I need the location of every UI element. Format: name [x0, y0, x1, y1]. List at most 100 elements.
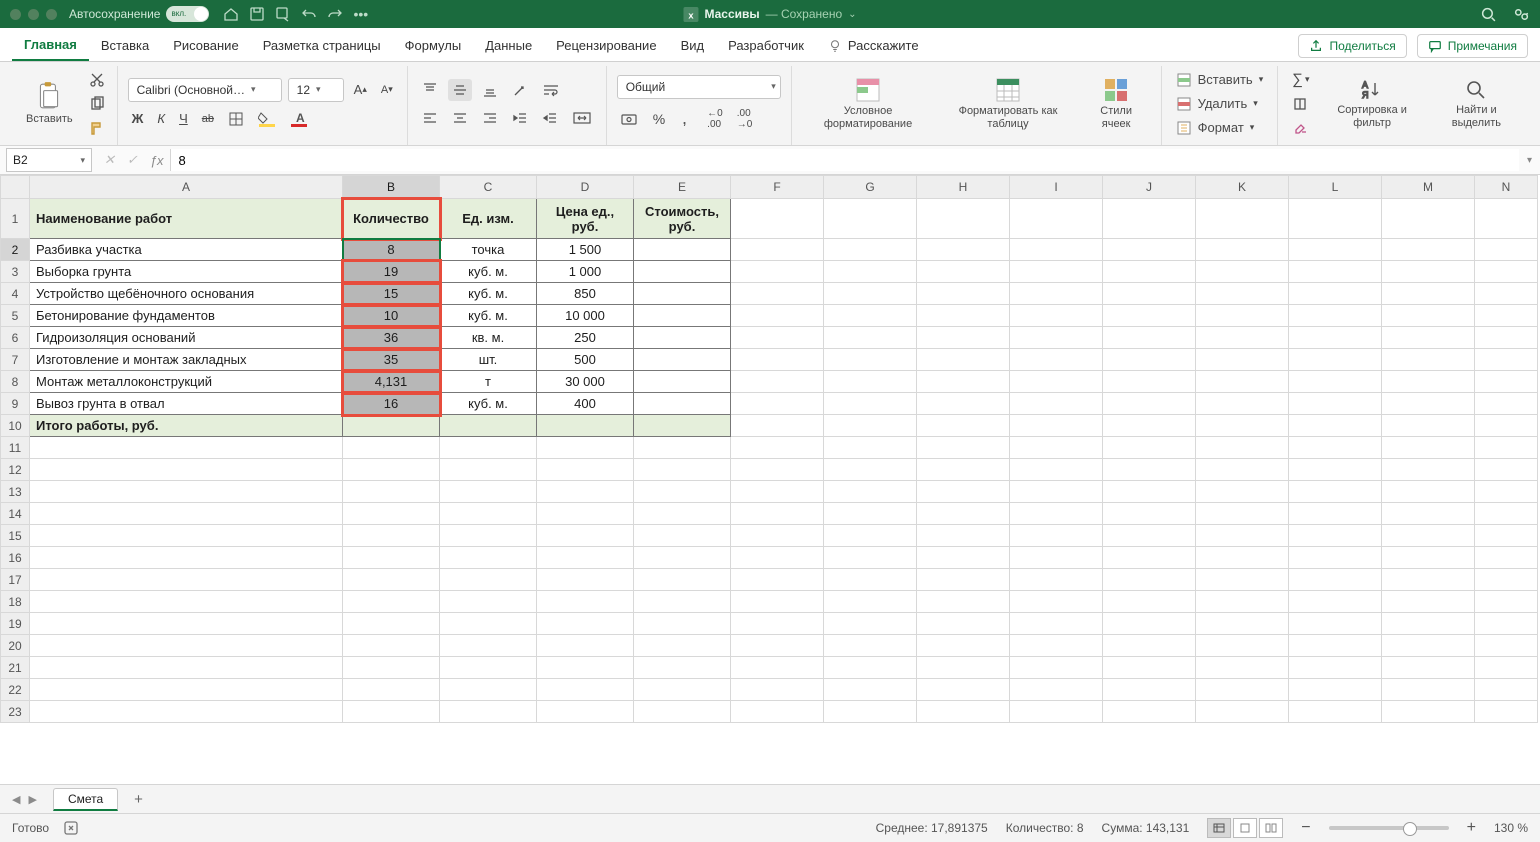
align-top-icon[interactable] — [418, 79, 442, 101]
undo-icon[interactable] — [301, 6, 317, 22]
cell[interactable] — [731, 305, 824, 327]
cell[interactable]: Изготовление и монтаж закладных — [30, 349, 343, 371]
add-sheet-icon[interactable]: + — [128, 789, 149, 810]
cell[interactable] — [30, 569, 343, 591]
font-color-icon[interactable]: A — [286, 108, 312, 130]
cell[interactable] — [731, 503, 824, 525]
spreadsheet-grid[interactable]: ABCDEFGHIJKLMN1Наименование работКоличес… — [0, 175, 1540, 784]
view-page-layout-icon[interactable] — [1233, 818, 1257, 838]
cell[interactable] — [1010, 459, 1103, 481]
cell[interactable] — [917, 305, 1010, 327]
cell[interactable] — [1289, 199, 1382, 239]
cell[interactable] — [537, 657, 634, 679]
col-header[interactable]: N — [1475, 176, 1538, 199]
cell[interactable] — [440, 437, 537, 459]
cell[interactable] — [1382, 701, 1475, 723]
cell[interactable] — [343, 591, 440, 613]
cell[interactable] — [824, 613, 917, 635]
cell[interactable] — [1010, 481, 1103, 503]
decrease-indent-icon[interactable] — [508, 107, 532, 129]
cell[interactable] — [1103, 393, 1196, 415]
cell[interactable] — [1010, 437, 1103, 459]
cell[interactable] — [343, 635, 440, 657]
row-header[interactable]: 12 — [1, 459, 30, 481]
cell[interactable] — [824, 371, 917, 393]
strike-button[interactable]: ab — [198, 110, 218, 128]
cell[interactable] — [440, 657, 537, 679]
cell[interactable] — [1103, 415, 1196, 437]
cell[interactable] — [1382, 591, 1475, 613]
cell[interactable] — [731, 393, 824, 415]
cell[interactable]: 30 000 — [537, 371, 634, 393]
fx-icon[interactable]: ƒx — [144, 153, 170, 168]
cell[interactable] — [731, 613, 824, 635]
format-cells-button[interactable]: Формат▾ — [1172, 117, 1259, 139]
cell[interactable] — [1475, 283, 1538, 305]
cell[interactable] — [537, 437, 634, 459]
cell[interactable] — [30, 701, 343, 723]
cell[interactable] — [634, 305, 731, 327]
cell[interactable] — [731, 437, 824, 459]
align-right-icon[interactable] — [478, 107, 502, 129]
cell[interactable] — [1103, 481, 1196, 503]
cell[interactable] — [1475, 437, 1538, 459]
cell[interactable] — [1196, 261, 1289, 283]
cell[interactable] — [731, 657, 824, 679]
cell[interactable] — [824, 525, 917, 547]
cancel-input-icon[interactable]: ✕ — [98, 152, 121, 168]
increase-font-icon[interactable]: A▴ — [350, 79, 371, 100]
share-button[interactable]: Поделиться — [1298, 34, 1406, 58]
cell[interactable]: Стоимость, руб. — [634, 199, 731, 239]
col-header[interactable]: C — [440, 176, 537, 199]
cell[interactable] — [537, 701, 634, 723]
cell[interactable]: куб. м. — [440, 283, 537, 305]
row-header[interactable]: 21 — [1, 657, 30, 679]
tab-developer[interactable]: Разработчик — [716, 31, 816, 60]
cell[interactable] — [824, 635, 917, 657]
col-header[interactable]: M — [1382, 176, 1475, 199]
fill-color-icon[interactable] — [254, 108, 280, 130]
cell[interactable] — [440, 547, 537, 569]
cell[interactable] — [1103, 657, 1196, 679]
cell[interactable] — [1382, 199, 1475, 239]
cell[interactable] — [917, 679, 1010, 701]
cell[interactable] — [1103, 437, 1196, 459]
row-header[interactable]: 20 — [1, 635, 30, 657]
cell[interactable] — [731, 371, 824, 393]
row-header[interactable]: 13 — [1, 481, 30, 503]
tab-formulas[interactable]: Формулы — [393, 31, 474, 60]
cell[interactable] — [1289, 613, 1382, 635]
zoom-slider[interactable] — [1329, 826, 1449, 830]
home-icon[interactable] — [223, 6, 239, 22]
cell[interactable]: 1 000 — [537, 261, 634, 283]
zoom-percent[interactable]: 130 % — [1494, 821, 1528, 835]
cell[interactable]: Вывоз грунта в отвал — [30, 393, 343, 415]
row-header[interactable]: 8 — [1, 371, 30, 393]
cell[interactable] — [30, 459, 343, 481]
cell[interactable] — [1289, 569, 1382, 591]
row-header[interactable]: 7 — [1, 349, 30, 371]
cell[interactable] — [1196, 613, 1289, 635]
view-page-break-icon[interactable] — [1259, 818, 1283, 838]
cell[interactable] — [537, 481, 634, 503]
cell[interactable] — [824, 349, 917, 371]
share-icon[interactable] — [1513, 6, 1530, 23]
cell[interactable] — [537, 591, 634, 613]
cell[interactable] — [440, 415, 537, 437]
cut-icon[interactable] — [87, 70, 107, 90]
cell[interactable] — [537, 547, 634, 569]
col-header[interactable]: I — [1010, 176, 1103, 199]
cell[interactable] — [440, 569, 537, 591]
cell[interactable] — [1382, 305, 1475, 327]
clear-icon[interactable] — [1288, 117, 1313, 139]
cell[interactable] — [824, 701, 917, 723]
cell[interactable] — [731, 525, 824, 547]
row-header[interactable]: 16 — [1, 547, 30, 569]
cell[interactable] — [30, 481, 343, 503]
cell[interactable] — [824, 569, 917, 591]
cell[interactable] — [343, 569, 440, 591]
cell[interactable] — [1103, 261, 1196, 283]
cell[interactable] — [1103, 283, 1196, 305]
percent-icon[interactable]: % — [649, 108, 669, 130]
row-header[interactable]: 1 — [1, 199, 30, 239]
